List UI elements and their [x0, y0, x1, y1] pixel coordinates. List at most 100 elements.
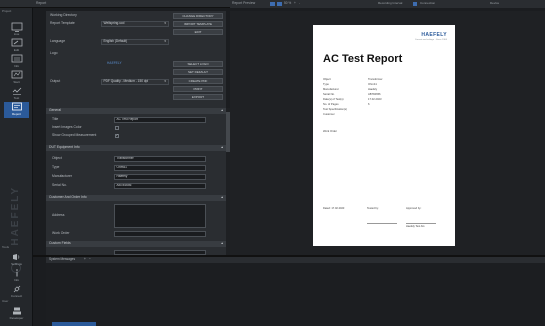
sidebar-item-tool-info[interactable]: Info — [4, 268, 29, 284]
paper-sign-date: Dated: 17.02.2023 — [323, 207, 345, 210]
language-select[interactable]: English (Default) ▾ — [101, 39, 169, 45]
paper-row-value: AB784656 — [368, 93, 381, 96]
paper-row-key: Test Specification(s) — [323, 108, 348, 111]
output-label: Output — [50, 79, 61, 83]
sidebar: Project Live Edit Info Start Test Report… — [0, 8, 33, 326]
device-label: Device — [490, 1, 500, 5]
dut-type-label: Type — [52, 165, 60, 169]
paper-sign-name: Haefely Test AG — [406, 225, 425, 228]
edit-monitor-icon — [11, 38, 22, 47]
recording-interval-label: Recording Interval — [378, 1, 403, 5]
system-messages-label: System Messages — [49, 257, 76, 261]
dut-serial-input[interactable]: AB784656 — [114, 183, 206, 189]
paper-row-value: Transformer — [368, 78, 383, 81]
connection-indicator — [413, 2, 417, 6]
sidebar-item-user[interactable]: Developer — [4, 306, 29, 322]
window-title: Report — [36, 1, 47, 5]
minimize-icon[interactable]: − — [89, 257, 91, 262]
approved-signature-line — [406, 223, 436, 224]
settings-icon — [12, 254, 19, 260]
logo-preview: HAEFELY — [107, 61, 122, 65]
custom-fields-section-header[interactable]: Custom Fields ▴ — [46, 241, 226, 247]
set-default-button[interactable]: SET DEFAULT — [173, 69, 223, 75]
dut-section-header[interactable]: DUT Equipment Info ▴ — [46, 145, 226, 151]
zoom-out-button[interactable]: - — [299, 1, 300, 6]
tested-signature-line — [367, 223, 397, 224]
insert-images-label: Insert Images Color — [52, 125, 82, 129]
language-label: Language — [50, 39, 66, 43]
info-icon — [15, 269, 18, 277]
chevron-up-icon: ▴ — [221, 195, 223, 200]
paper-sign-tested: Tested by: — [367, 207, 379, 210]
show-grouped-label: Show Grouped Measurement — [52, 133, 97, 137]
report-page-preview: HAEFELY Current and voltage · Since 1904… — [313, 25, 455, 246]
sidebar-item-test[interactable]: Test — [4, 86, 29, 102]
paper-row-value: 17.02.2023 — [368, 98, 382, 101]
sidebar-item-connect[interactable]: Connect — [4, 284, 29, 300]
title-label: Title — [52, 117, 59, 121]
paper-logo: HAEFELY — [421, 32, 447, 38]
sidebar-item-info[interactable]: Info — [4, 54, 29, 70]
title-input[interactable]: AC Test Report — [114, 117, 206, 123]
general-section-header[interactable]: General ▴ — [46, 108, 226, 114]
paper-row-value: 6 — [368, 103, 370, 106]
print-button[interactable]: PRINT — [173, 86, 223, 92]
chevron-up-icon: ▴ — [221, 145, 223, 150]
address-label: Address — [52, 213, 65, 217]
insert-images-checkbox[interactable] — [115, 126, 119, 130]
sidebar-item-report[interactable]: Report — [4, 102, 29, 118]
paper-row-key: Serial No. — [323, 93, 335, 96]
start-icon — [11, 70, 22, 79]
paper-logo-subtitle: Current and voltage · Since 1904 — [414, 39, 447, 41]
dut-manufacturer-input[interactable]: Haefely — [114, 174, 206, 180]
sidebar-group-project: Project — [2, 9, 12, 13]
change-directory-button[interactable]: CHANGE DIRECTORY — [173, 13, 223, 19]
zoom-in-button[interactable]: + — [294, 1, 296, 6]
create-pdf-button[interactable]: CREATE PDF — [173, 78, 223, 84]
chevron-up-icon: ▴ — [221, 108, 223, 113]
sidebar-group-user: User — [2, 299, 9, 303]
paper-row-key: Date(s) of Test(s) — [323, 98, 344, 101]
import-template-button[interactable]: IMPORT TEMPLATE — [173, 21, 223, 27]
user-icon — [12, 307, 21, 315]
show-grouped-checkbox[interactable]: ✓ — [115, 134, 119, 138]
address-textarea[interactable] — [114, 204, 206, 228]
sidebar-item-start[interactable]: Start — [4, 70, 29, 86]
paper-work-order: Work Order — [323, 130, 337, 133]
active-footer-tab[interactable] — [52, 322, 96, 326]
zoom-level[interactable]: 50 % — [284, 1, 291, 6]
paper-title: AC Test Report — [323, 53, 403, 65]
report-template-select[interactable]: Wellspring.ucd ▾ — [101, 21, 169, 27]
export-button[interactable]: EXPORT — [173, 94, 223, 100]
paper-row-key: Type — [323, 83, 329, 86]
chevron-up-icon: ▴ — [221, 241, 223, 246]
sidebar-item-edit[interactable]: Edit — [4, 38, 29, 54]
sidebar-item-settings[interactable]: Settings — [4, 252, 29, 268]
chevron-down-icon: ▾ — [164, 21, 166, 26]
customer-section-header[interactable]: Customer And Order Info ▴ — [46, 195, 226, 201]
info-monitor-icon — [11, 54, 22, 63]
sidebar-group-tools: Tools — [2, 245, 10, 249]
paper-row-key: Object — [323, 78, 331, 81]
work-order-input[interactable] — [114, 231, 206, 237]
dut-type-input[interactable]: Ohm41 — [114, 165, 206, 171]
fit-width-button[interactable] — [277, 2, 282, 6]
output-select[interactable]: PDF Quality - Medium - 150 dpi ▾ — [101, 79, 169, 85]
select-logo-button[interactable]: SELECT LOGO — [173, 61, 223, 67]
report-template-label: Report Template — [50, 21, 75, 25]
paper-row-value: Haefely — [368, 88, 378, 91]
app-window: Report Report Preview 50 % + - Recording… — [0, 0, 545, 326]
edit-template-button[interactable]: EDIT — [173, 29, 223, 35]
working-directory-label: Working Directory — [50, 13, 77, 17]
sidebar-item-live[interactable]: Live — [4, 22, 29, 38]
fit-page-button[interactable] — [270, 2, 275, 6]
monitor-icon — [11, 22, 22, 32]
brand-watermark: HAEFELY — [10, 186, 22, 246]
report-icon — [11, 102, 22, 111]
dut-object-label: Object — [52, 156, 62, 160]
add-icon[interactable]: + — [84, 257, 86, 262]
dut-object-input[interactable]: Transformer — [114, 156, 206, 162]
connect-icon — [13, 285, 20, 293]
paper-row-value: Ohm41 — [368, 83, 377, 86]
preview-title: Report Preview — [232, 1, 256, 5]
